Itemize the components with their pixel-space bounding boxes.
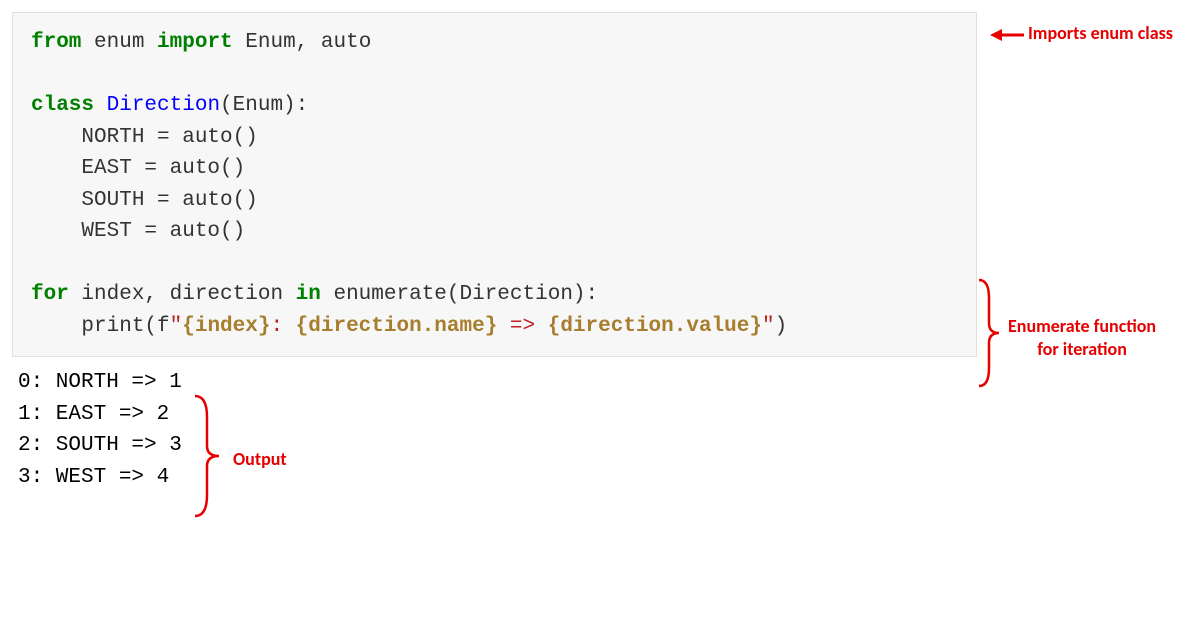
- code-line: SOUTH = auto(): [31, 189, 258, 212]
- annotation-enumerate: Enumerate function for iteration: [1008, 315, 1156, 360]
- code-text: index, direction: [69, 283, 296, 306]
- annotation-imports: Imports enum class: [990, 22, 1173, 44]
- code-text: Enum, auto: [233, 31, 372, 54]
- brace-icon: [193, 392, 223, 520]
- class-name: Direction: [107, 94, 220, 117]
- annotation-output: Output: [233, 448, 287, 470]
- code-line: WEST = auto(): [31, 220, 245, 243]
- str-text: :: [270, 315, 295, 338]
- code-text: enumerate(Direction):: [321, 283, 598, 306]
- code-text: [94, 94, 107, 117]
- output-line: 2: SOUTH => 3: [18, 434, 182, 457]
- annotation-text: Enumerate function: [1008, 315, 1156, 338]
- output-line: 0: NORTH => 1: [18, 371, 182, 394]
- annotation-text: for iteration: [1008, 338, 1156, 361]
- kw-import: import: [157, 31, 233, 54]
- brace-icon: [977, 278, 1003, 388]
- code-line: EAST = auto(): [31, 157, 245, 180]
- output-block: 0: NORTH => 1 1: EAST => 2 2: SOUTH => 3…: [12, 367, 1188, 493]
- code-block: from enum import Enum, auto class Direct…: [12, 12, 977, 357]
- kw-class: class: [31, 94, 94, 117]
- str-quote: ": [762, 315, 775, 338]
- code-line: NORTH = auto(): [31, 126, 258, 149]
- code-text: ): [775, 315, 788, 338]
- kw-from: from: [31, 31, 81, 54]
- str-interp: {direction.name}: [296, 315, 498, 338]
- output-line: 3: WEST => 4: [18, 466, 169, 489]
- code-text: (Enum):: [220, 94, 308, 117]
- output-line: 1: EAST => 2: [18, 403, 169, 426]
- kw-for: for: [31, 283, 69, 306]
- annotation-text: Output: [233, 448, 287, 470]
- str-interp: {direction.value}: [548, 315, 762, 338]
- str-text: =>: [497, 315, 547, 338]
- arrow-left-icon: [990, 26, 1026, 44]
- kw-in: in: [296, 283, 321, 306]
- str-interp: {index}: [182, 315, 270, 338]
- code-text: print(f: [31, 315, 170, 338]
- code-text: enum: [81, 31, 157, 54]
- str-quote: ": [170, 315, 183, 338]
- annotation-text: Imports enum class: [1028, 22, 1173, 44]
